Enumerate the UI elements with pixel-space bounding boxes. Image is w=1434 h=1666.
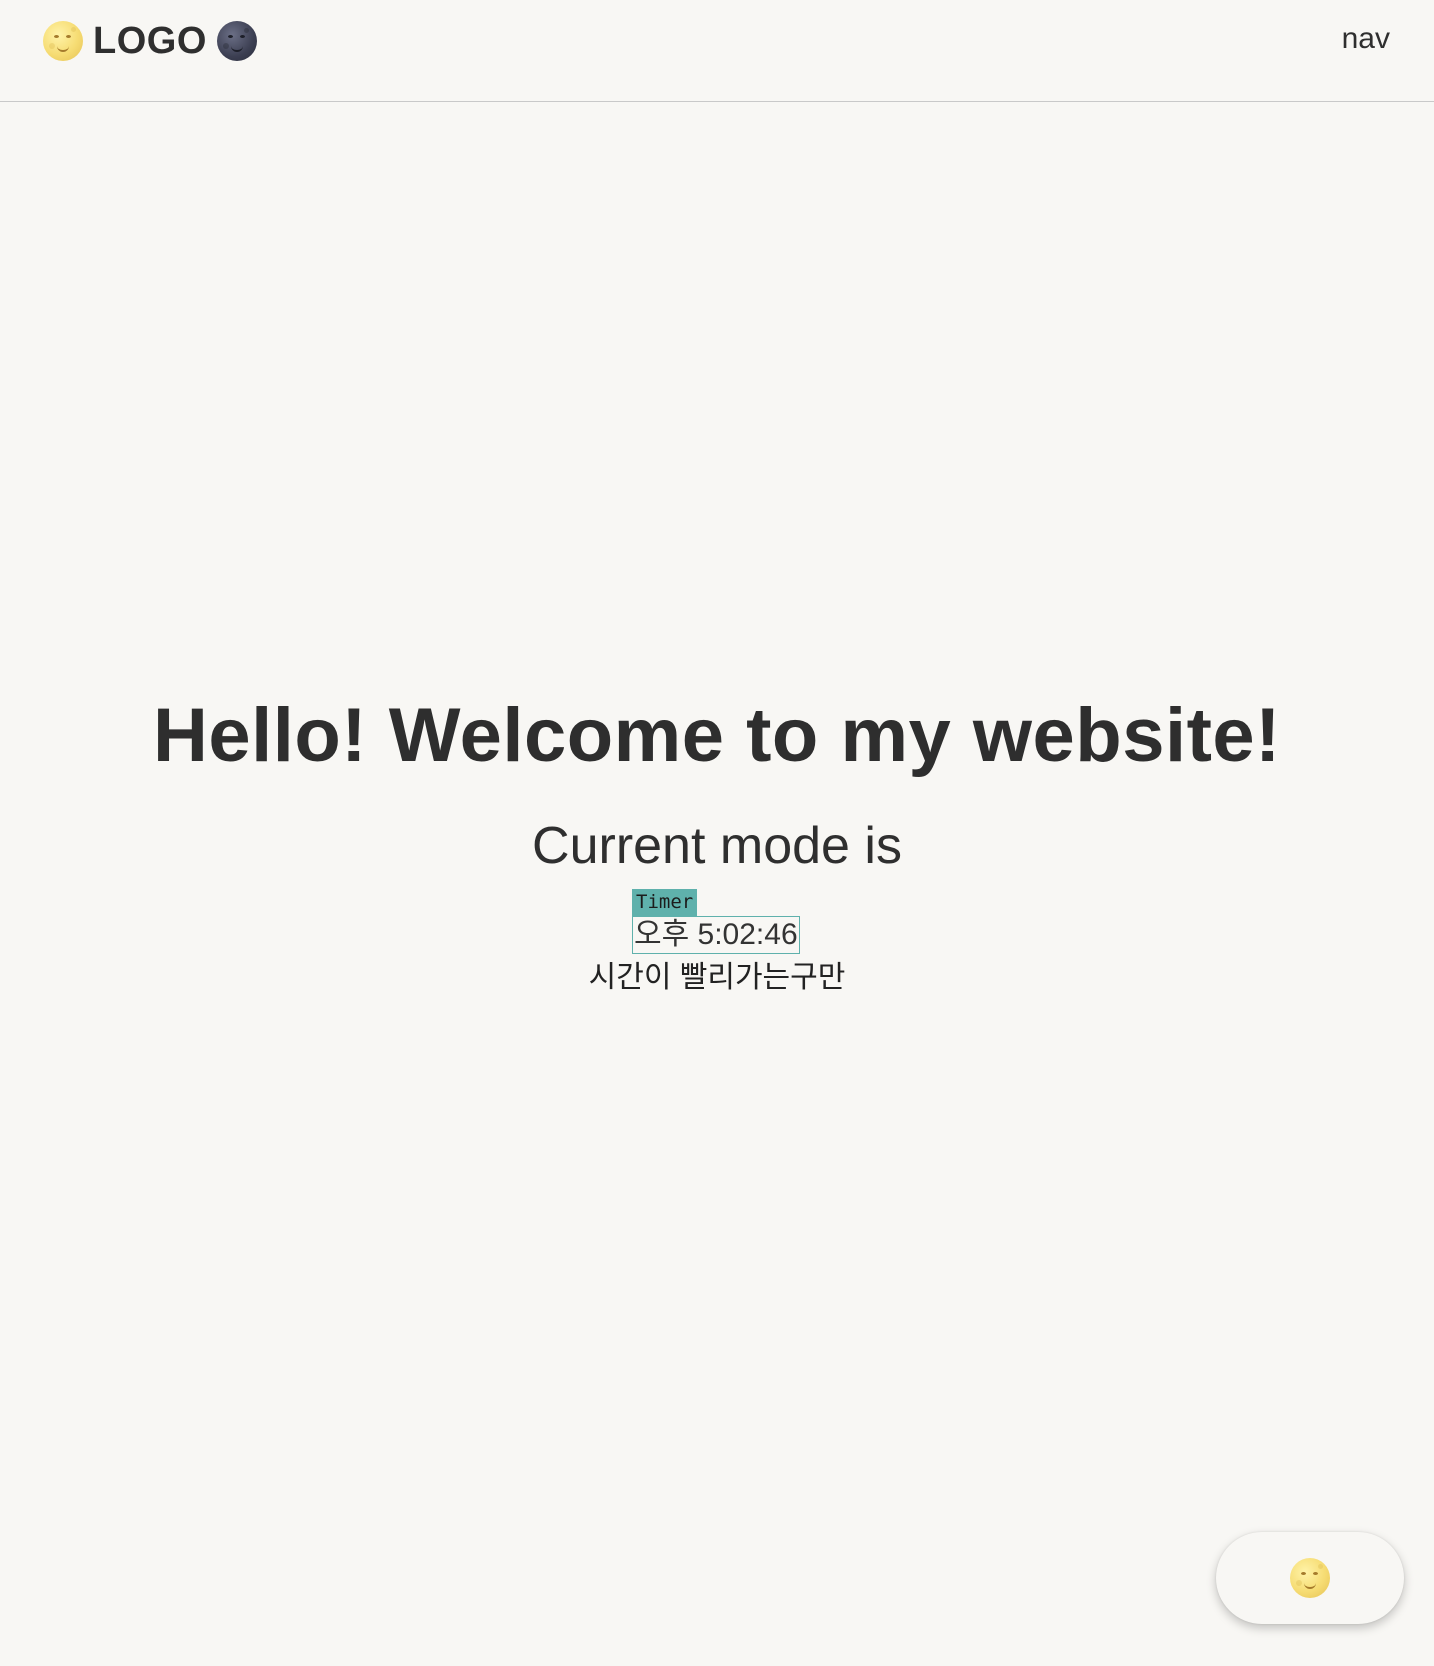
logo[interactable]: LOGO — [43, 20, 257, 62]
timer-label: Timer — [632, 889, 698, 916]
page-title: Hello! Welcome to my website! — [152, 693, 1281, 778]
theme-toggle-button[interactable] — [1216, 1532, 1404, 1624]
new-moon-face-icon — [216, 21, 257, 61]
current-mode-text: Current mode is — [532, 817, 902, 875]
timer-value: 오후 5:02:46 — [632, 916, 800, 954]
nav-link[interactable]: nav — [1342, 22, 1390, 56]
timer-box: Timer 오후 5:02:46 — [632, 889, 800, 954]
site-header: LOGO nav — [0, 0, 1434, 102]
timer-caption: 시간이 빨리가는구만 — [588, 961, 846, 994]
full-moon-face-icon — [43, 21, 83, 61]
main-content: Hello! Welcome to my website! Current mo… — [0, 102, 1434, 1666]
full-moon-face-icon — [1290, 1558, 1330, 1598]
logo-text: LOGO — [93, 19, 207, 62]
